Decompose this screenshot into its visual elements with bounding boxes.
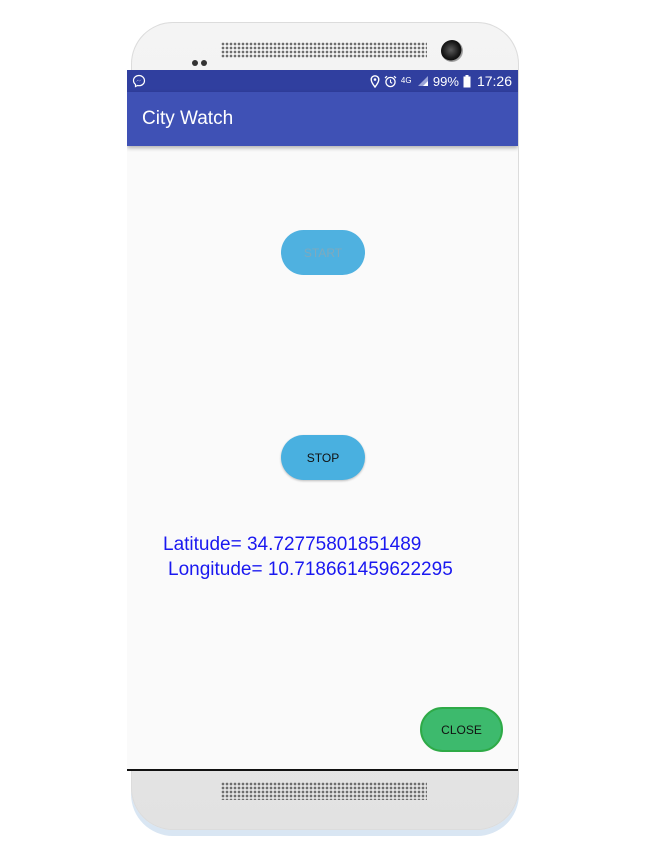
phone-screen: 4G 99% 17:26 City Watch START STOP Latit… bbox=[127, 70, 518, 771]
sensor-dots bbox=[192, 53, 210, 66]
stop-button[interactable]: STOP bbox=[281, 435, 365, 480]
messenger-icon bbox=[132, 74, 146, 88]
latitude-text: Latitude= 34.72775801851489 bbox=[163, 534, 422, 555]
bottom-speaker bbox=[221, 782, 427, 800]
start-button[interactable]: START bbox=[281, 230, 365, 275]
longitude-text: Longitude= 10.718661459622295 bbox=[168, 559, 453, 580]
close-button[interactable]: CLOSE bbox=[420, 707, 503, 752]
alarm-icon bbox=[384, 75, 397, 87]
status-bar: 4G 99% 17:26 bbox=[127, 70, 518, 92]
location-icon bbox=[370, 74, 380, 88]
clock: 17:26 bbox=[476, 73, 512, 89]
battery-percentage: 99% bbox=[432, 73, 459, 89]
location-readout: Latitude= 34.72775801851489 Longitude= 1… bbox=[163, 532, 513, 582]
app-bar: City Watch bbox=[127, 92, 518, 146]
signal-icon bbox=[417, 76, 428, 86]
network-4g-icon: 4G bbox=[400, 76, 412, 85]
app-title: City Watch bbox=[142, 108, 234, 129]
earpiece-speaker bbox=[221, 42, 427, 58]
front-camera-icon bbox=[441, 40, 463, 62]
battery-icon bbox=[463, 74, 471, 87]
status-indicators: 4G 99% 17:26 bbox=[370, 72, 512, 90]
